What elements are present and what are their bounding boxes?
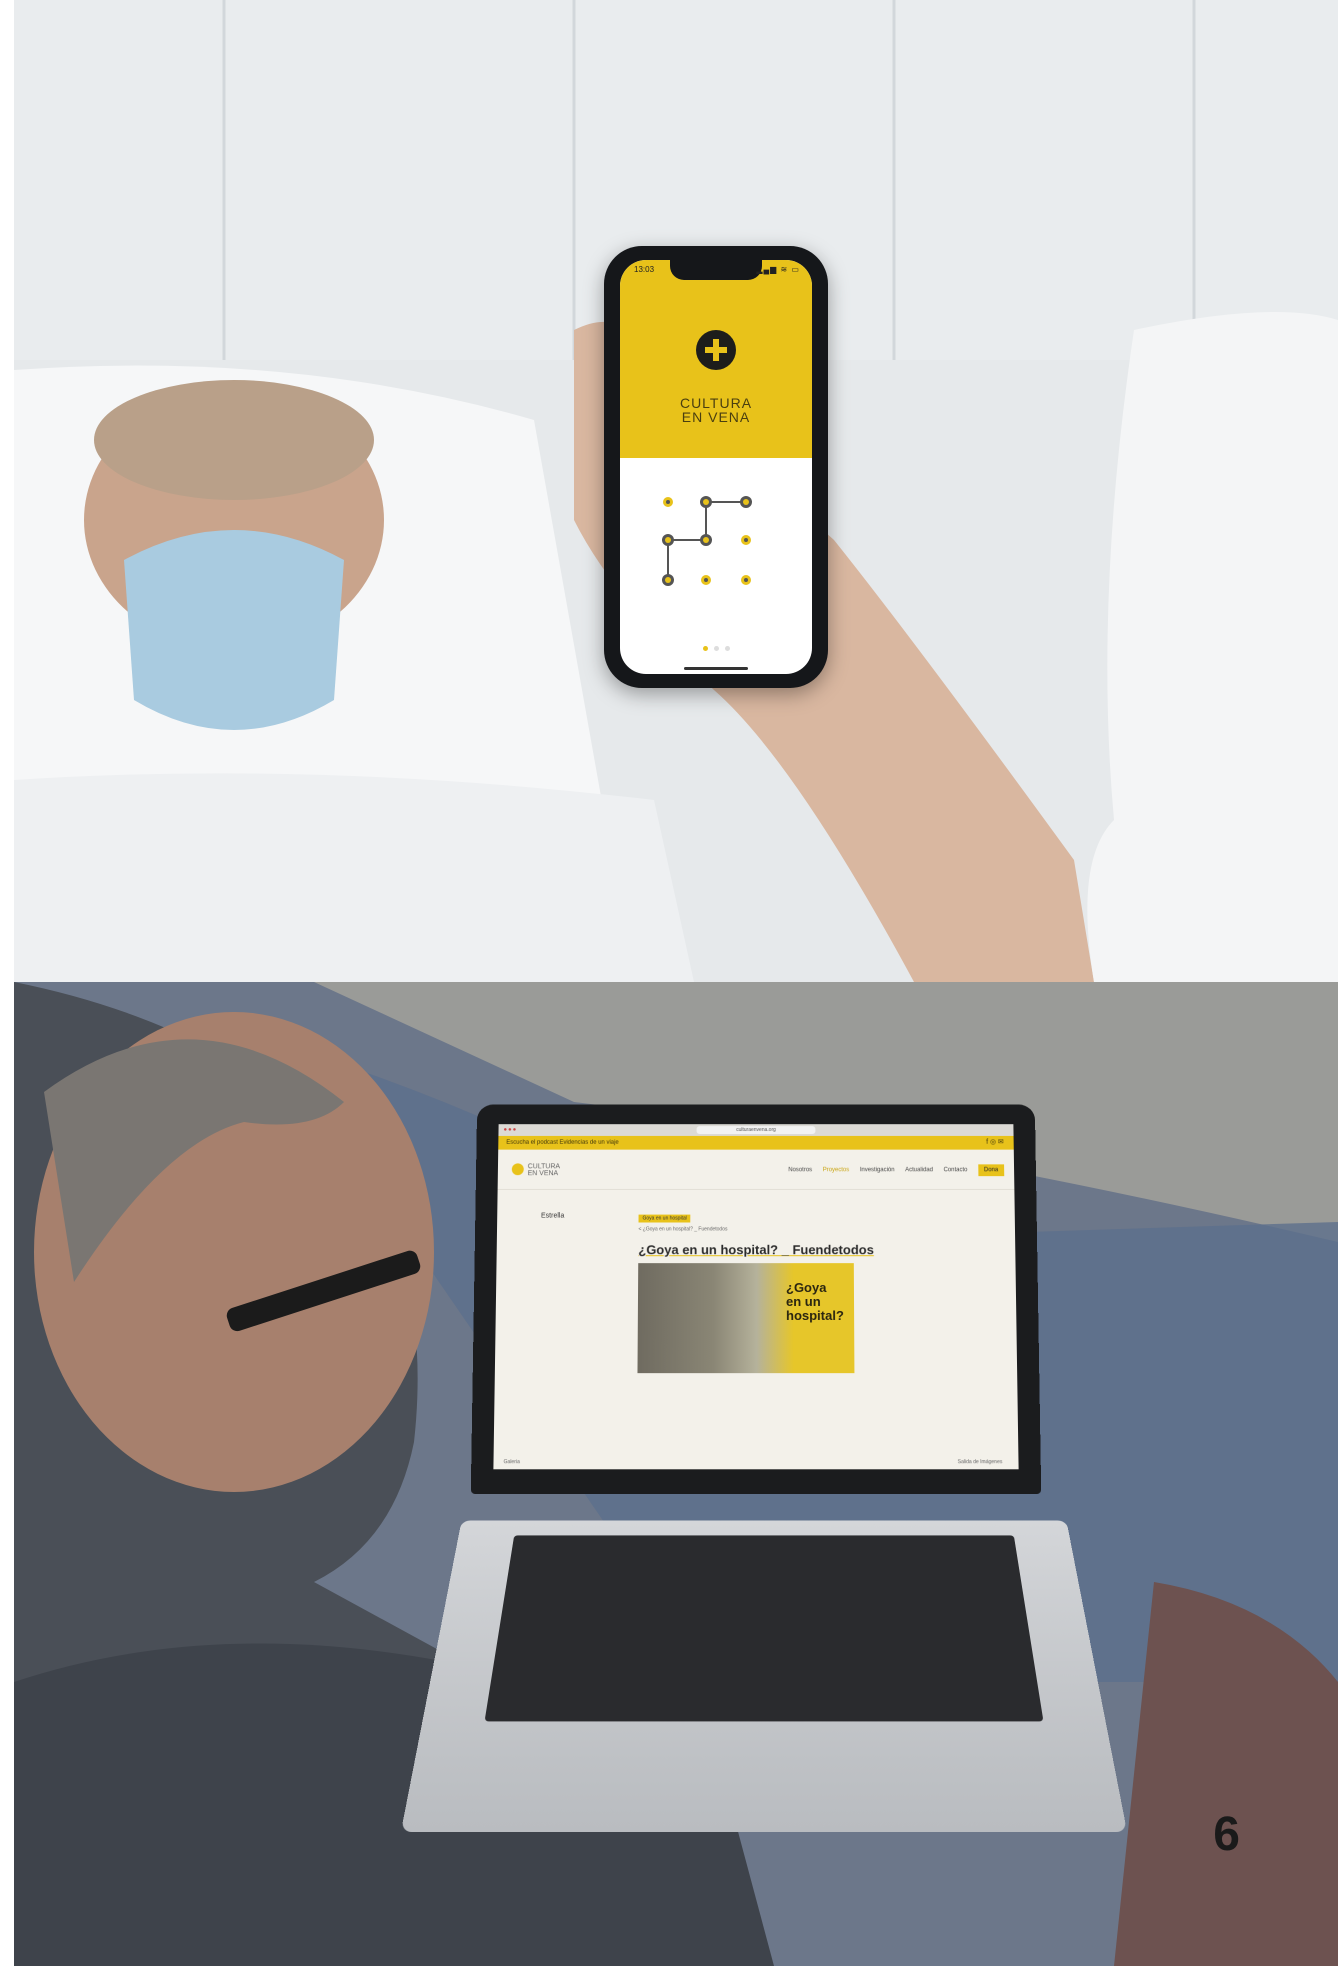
- photo-patient-with-phone: 13:03 ▂▄▆ ≋ ▭ CULTURA EN VENA: [14, 0, 1338, 982]
- face-mask: [124, 530, 344, 730]
- page-indicator: [620, 638, 812, 656]
- status-icons: ▂▄▆ ≋ ▭: [756, 265, 800, 274]
- nav-item[interactable]: Actualidad: [905, 1167, 933, 1173]
- doctor-coat-sleeve: [1087, 312, 1338, 982]
- plus-circle-icon: [696, 330, 736, 370]
- footer-right[interactable]: Salida de Imágenes: [958, 1459, 1003, 1465]
- social-icons[interactable]: f ◎ ✉: [986, 1136, 1004, 1150]
- pattern-dot[interactable]: [700, 534, 712, 546]
- nav-item[interactable]: Investigación: [860, 1167, 895, 1173]
- pattern-dot[interactable]: [741, 535, 751, 545]
- site-nav: Nosotros Proyectos Investigación Actuali…: [779, 1167, 1004, 1173]
- phone-notch: [670, 260, 762, 280]
- article-title: ¿Goya en un hospital? _ Fuendetodos: [638, 1242, 907, 1257]
- side-label[interactable]: Estrella: [541, 1213, 564, 1220]
- hero-text: ¿Goya en un hospital?: [786, 1281, 844, 1323]
- nav-item[interactable]: Nosotros: [788, 1167, 812, 1173]
- home-indicator: [684, 667, 748, 670]
- pattern-dot[interactable]: [741, 575, 751, 585]
- unlock-pattern[interactable]: [650, 492, 782, 602]
- article-hero-image[interactable]: ¿Goya en un hospital?: [637, 1263, 854, 1373]
- breadcrumb[interactable]: < ¿Goya en un hospital? _ Fuendetodos: [638, 1226, 907, 1232]
- page-dot-active: [703, 646, 708, 651]
- pattern-dot[interactable]: [701, 575, 711, 585]
- pattern-dot[interactable]: [662, 534, 674, 546]
- article: Goya en un hospital < ¿Goya en un hospit…: [637, 1207, 908, 1373]
- pattern-dot[interactable]: [663, 497, 673, 507]
- page-dot: [714, 646, 719, 651]
- laptop-base: [401, 1520, 1127, 1832]
- laptop-screen: ●●● culturaenvena.org Escucha el podcast…: [493, 1124, 1018, 1469]
- status-time: 13:03: [634, 265, 654, 274]
- keyboard[interactable]: [485, 1535, 1044, 1721]
- phone-screen: 13:03 ▂▄▆ ≋ ▭ CULTURA EN VENA: [620, 260, 812, 674]
- site-header: CULTURA EN VENA Nosotros Proyectos Inves…: [498, 1150, 1015, 1190]
- nav-item[interactable]: Contacto: [944, 1167, 968, 1173]
- pattern-dot[interactable]: [662, 574, 674, 586]
- promo-text[interactable]: Escucha el podcast Evidencias de un viaj…: [506, 1140, 618, 1146]
- browser-toolbar: ●●● culturaenvena.org: [498, 1124, 1013, 1136]
- smartphone: 13:03 ▂▄▆ ≋ ▭ CULTURA EN VENA: [604, 246, 828, 688]
- page-dot: [725, 646, 730, 651]
- url-bar[interactable]: culturaenvena.org: [697, 1126, 816, 1134]
- article-tag[interactable]: Goya en un hospital: [639, 1215, 691, 1223]
- donate-button[interactable]: Dona: [978, 1164, 1004, 1176]
- promo-bar: Escucha el podcast Evidencias de un viaj…: [498, 1136, 1014, 1150]
- footer-left[interactable]: Galeria: [504, 1459, 520, 1465]
- app-splash-header: CULTURA EN VENA: [620, 260, 812, 458]
- site-logo[interactable]: CULTURA EN VENA: [512, 1163, 560, 1177]
- laptop: ●●● culturaenvena.org Escucha el podcast…: [471, 1105, 1041, 1494]
- page-number: 6: [1213, 1807, 1240, 1862]
- pattern-dot[interactable]: [700, 496, 712, 508]
- window-controls[interactable]: ●●●: [503, 1127, 517, 1133]
- app-name: CULTURA EN VENA: [620, 396, 812, 424]
- nav-item-active[interactable]: Proyectos: [823, 1167, 850, 1173]
- photo-man-with-laptop: ●●● culturaenvena.org Escucha el podcast…: [14, 982, 1338, 1966]
- pattern-dot[interactable]: [740, 496, 752, 508]
